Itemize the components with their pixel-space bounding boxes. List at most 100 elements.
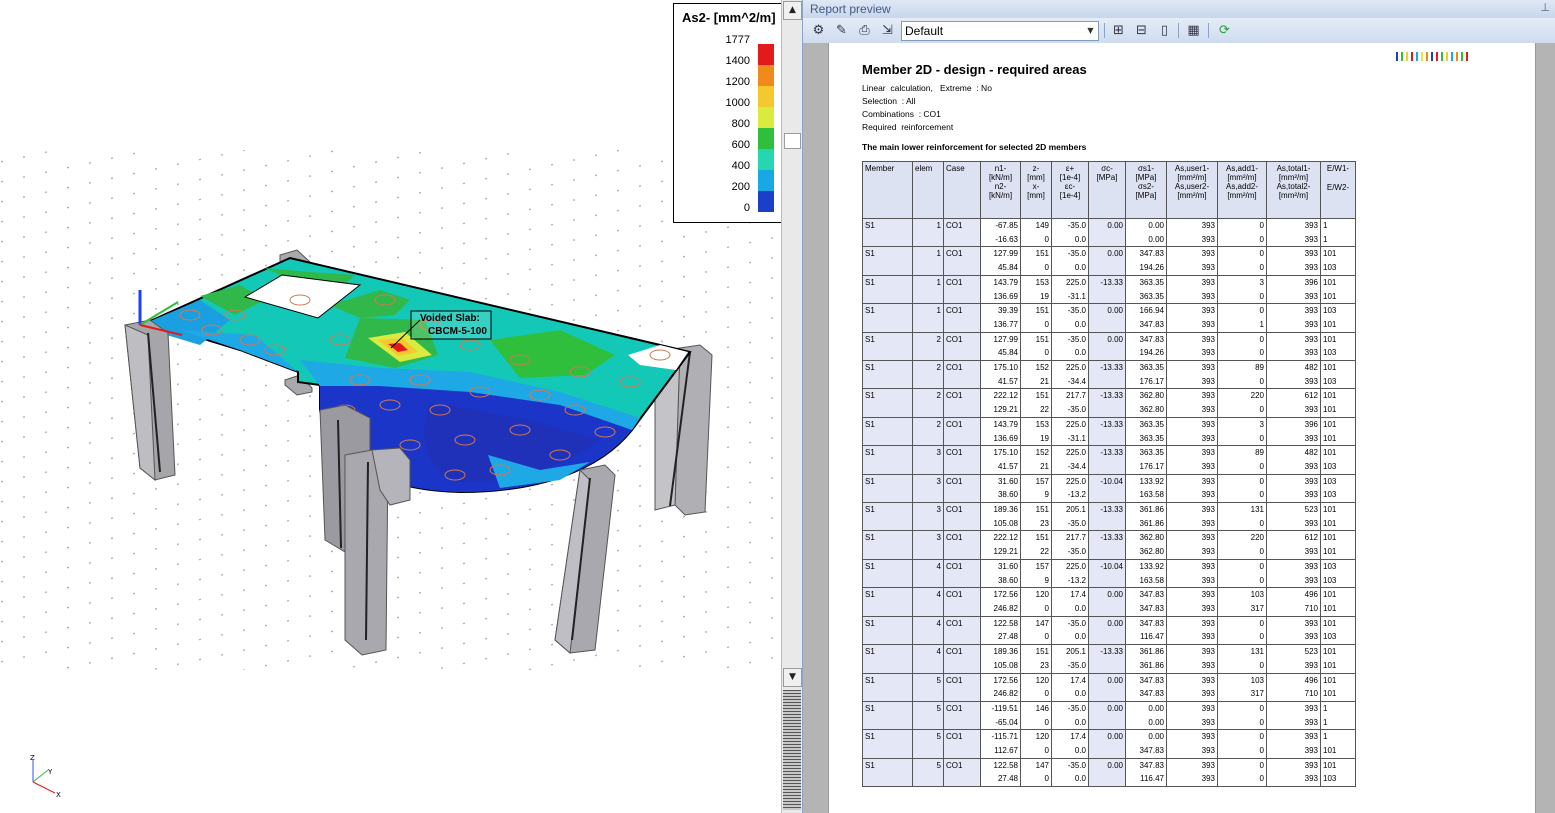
table-cell	[1088, 261, 1126, 276]
legend-level: 0	[674, 202, 780, 225]
scroll-up-button[interactable]: ▲	[783, 1, 802, 20]
table-cell: -34.4	[1051, 374, 1089, 390]
table-cell: 27.48	[980, 772, 1021, 788]
table-cell: 101	[1320, 431, 1356, 447]
table-cell: 146	[1020, 701, 1052, 716]
viewport-scrollbar[interactable]: ▲ ▼	[781, 0, 802, 813]
3d-viewport[interactable]: Voided Slab: CBCM-5-100 Z Y X As2- [mm^2…	[0, 0, 781, 813]
table-cell: 0	[1020, 346, 1052, 362]
table-cell: 393	[1166, 246, 1218, 262]
table-cell: 0	[1020, 744, 1052, 759]
chevron-down-icon[interactable]: ▼	[1083, 22, 1098, 40]
table-cell: 19	[1020, 431, 1052, 447]
column-header-line: Member	[865, 164, 895, 173]
info-line: Combinations : CO1	[862, 109, 941, 119]
table-cell: 27.48	[980, 630, 1021, 646]
table-cell: 0.00	[1088, 303, 1126, 318]
table-cell: 0.0	[1051, 601, 1089, 617]
table-cell: 103	[1320, 573, 1356, 589]
table-cell	[943, 545, 981, 560]
table-row: 246.82 0 0.0 347.83 393 317 710 101	[862, 687, 1356, 702]
table-cell: 393	[1166, 388, 1218, 404]
settings-gear-icon[interactable]: ⚙	[810, 22, 827, 39]
refresh-icon[interactable]: ⟳	[1216, 22, 1233, 39]
table-cell: S1	[862, 644, 913, 659]
table-cell: -35.0	[1051, 545, 1089, 560]
table-cell: 157	[1020, 559, 1052, 574]
info-line: Selection : All	[862, 96, 916, 106]
table-icon[interactable]: ▦	[1185, 22, 1202, 39]
table-cell: S1	[862, 587, 913, 602]
table-cell: 393	[1166, 289, 1218, 305]
table-cell: 225.0	[1051, 559, 1089, 574]
scroll-down-button[interactable]: ▼	[783, 668, 802, 687]
column-header: As,user1- [mm²/m] As,user2- [mm²/m]	[1166, 161, 1218, 219]
scroll-thumb[interactable]	[784, 133, 801, 149]
table-cell: 101	[1320, 502, 1356, 517]
table-cell: S1	[862, 729, 913, 745]
table-cell: 482	[1266, 360, 1321, 375]
table-cell: 151	[1020, 303, 1052, 318]
table-cell: 246.82	[980, 687, 1021, 702]
table-cell: 153	[1020, 417, 1052, 432]
table-cell: 38.60	[980, 573, 1021, 589]
table-cell: 1	[1320, 715, 1356, 731]
table-cell: 0	[1217, 701, 1267, 716]
pin-icon[interactable]: ⊥	[1540, 1, 1550, 14]
page-split-icon[interactable]: ⊟	[1133, 22, 1150, 39]
table-cell: 127.99	[980, 246, 1021, 262]
table-cell: -35.0	[1051, 616, 1089, 631]
table-cell	[862, 346, 913, 362]
table-cell: CO1	[943, 303, 981, 318]
column-header-line: [kN/m]	[988, 173, 1013, 182]
column-header: E/W1- E/W2-	[1320, 161, 1356, 219]
print-icon[interactable]: ⎙	[856, 22, 873, 39]
table-cell	[1088, 431, 1126, 447]
table-cell: 31.60	[980, 474, 1021, 489]
table-cell: -67.85	[980, 218, 1021, 233]
table-cell: S1	[862, 332, 913, 347]
slab-model-render: Voided Slab: CBCM-5-100 Z Y X	[0, 150, 781, 799]
document-area[interactable]: Member 2D - design - required areas Line…	[803, 43, 1555, 813]
splitter-grip[interactable]	[783, 690, 801, 810]
column-header-line: z-	[1032, 164, 1040, 173]
table-cell: 136.69	[980, 431, 1021, 447]
export-icon[interactable]: ⇲	[879, 22, 896, 39]
table-cell: 393	[1266, 403, 1321, 418]
table-cell: 0	[1217, 488, 1267, 504]
table-cell: 317	[1217, 687, 1267, 702]
table-cell: 0	[1020, 317, 1052, 333]
table-cell: 105.08	[980, 516, 1021, 532]
template-select[interactable]: Default ▼	[901, 21, 1099, 41]
table-cell: CO1	[943, 758, 981, 773]
table-cell	[912, 601, 944, 617]
table-cell: CO1	[943, 530, 981, 546]
table-cell: 1	[1320, 701, 1356, 716]
table-cell: 393	[1166, 346, 1218, 362]
table-cell: 0	[1217, 516, 1267, 532]
table-cell: 152	[1020, 445, 1052, 460]
table-cell	[912, 232, 944, 248]
table-row: 246.82 0 0.0 347.83 393 317 710 101	[862, 601, 1356, 617]
page-layout-icon[interactable]: ⊞	[1110, 22, 1127, 39]
table-row: 136.77 0 0.0 347.83 393 1 393 101	[862, 317, 1356, 333]
table-cell: 393	[1166, 502, 1218, 517]
table-cell	[943, 772, 981, 788]
edit-report-icon[interactable]: ✎	[833, 22, 850, 39]
column-header: Case	[943, 161, 981, 219]
table-cell	[912, 488, 944, 504]
table-cell: 19	[1020, 289, 1052, 305]
table-cell: -35.0	[1051, 218, 1089, 233]
table-cell: 122.58	[980, 616, 1021, 631]
table-cell: -13.33	[1088, 502, 1126, 517]
table-cell: 151	[1020, 332, 1052, 347]
table-cell: 101	[1320, 601, 1356, 617]
table-cell	[862, 232, 913, 248]
table-cell: 393	[1266, 246, 1321, 262]
table-cell	[912, 431, 944, 447]
table-cell: 496	[1266, 587, 1321, 602]
table-cell	[1088, 374, 1126, 390]
table-cell: 393	[1166, 744, 1218, 759]
table-cell: CO1	[943, 388, 981, 404]
single-page-icon[interactable]: ▯	[1156, 22, 1173, 39]
